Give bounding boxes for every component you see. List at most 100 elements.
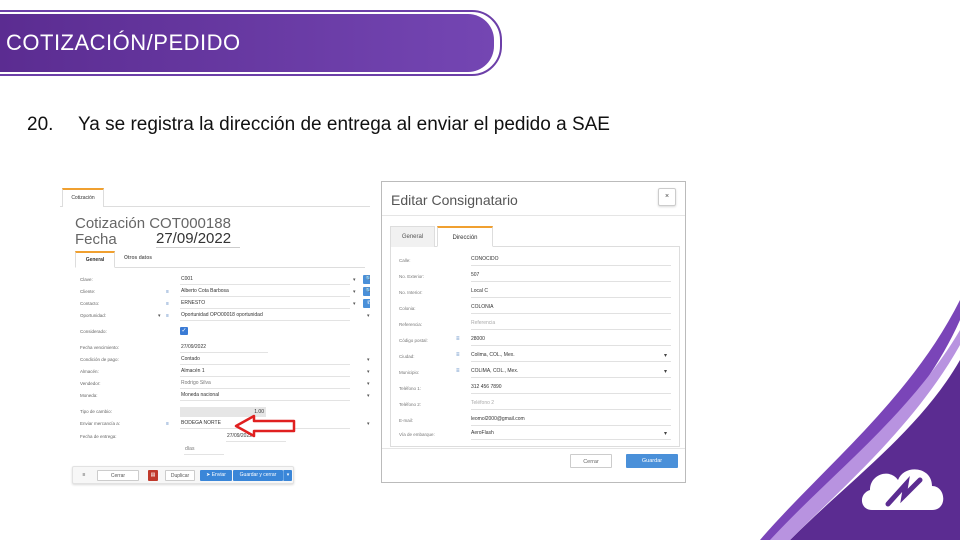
field-condicion-pago: Condición de pago: Contado ▾ [80, 355, 370, 365]
fecha-label: Fecha [75, 231, 117, 248]
list-icon[interactable]: ≡ [456, 336, 460, 342]
tab-general[interactable]: General [390, 226, 435, 247]
editar-consignatario-modal: Editar Consignatario × General Dirección… [381, 181, 686, 483]
direccion-form: Calle: CONOCIDO No. Exterior: 507 No. In… [390, 247, 680, 447]
cotizacion-footer-toolbar: ≡ Cerrar ▤ Duplicar ➤ Enviar Guardar y c… [72, 466, 294, 484]
field-via-embarque: Vía de embarque: AeroFlash ▾ [399, 428, 679, 440]
field-calle: Calle: CONOCIDO [399, 254, 679, 266]
cotizacion-tabbar: Cotización [60, 187, 370, 207]
field-contacto: Contacto: ≡ ERNESTO ▾ ✆ [80, 299, 370, 309]
chevron-down-icon: ▾ [664, 369, 668, 375]
chevron-down-icon: ▾ [367, 369, 370, 375]
field-considerado: Considerado: ✓ [80, 327, 188, 335]
list-icon[interactable]: ≡ [166, 313, 169, 319]
field-tipo-cambio: Tipo de cambio: 1.00 [80, 407, 266, 417]
search-button[interactable]: 🔍 [363, 275, 370, 284]
list-icon[interactable]: ≡ [456, 352, 460, 358]
phone-button[interactable]: ✆ [363, 299, 370, 308]
clave-select[interactable]: C001 [180, 275, 350, 285]
oportunidad-select[interactable]: Oportunidad OPO00018 oportunidad [180, 311, 350, 321]
codigo-postal-input[interactable]: 28000 [471, 334, 671, 346]
chevron-down-icon: ▾ [664, 353, 668, 359]
enviar-button[interactable]: ➤ Enviar [200, 470, 232, 481]
dias-input[interactable]: días [184, 445, 224, 455]
field-oportunidad: Oportunidad: ▾ ≡ Oportunidad OPO00018 op… [80, 311, 370, 321]
chevron-down-icon: ▾ [367, 393, 370, 399]
field-telefono-2: Teléfono 2: Teléfono 2 [399, 398, 679, 410]
no-exterior-input[interactable]: 507 [471, 270, 671, 282]
enviar-button-label: Enviar [211, 472, 226, 478]
condicion-pago-select[interactable]: Contado [180, 355, 350, 365]
step-description: Ya se registra la dirección de entrega a… [78, 114, 610, 135]
considerado-checkbox[interactable]: ✓ [180, 327, 188, 335]
field-dias: días [80, 445, 360, 455]
list-icon[interactable]: ≡ [166, 301, 169, 307]
close-icon[interactable]: × [658, 188, 676, 206]
chevron-down-icon: ▾ [158, 313, 161, 319]
field-codigo-postal: Código postal: ≡ 28000 [399, 334, 679, 346]
search-button[interactable]: 🔍 [363, 287, 370, 296]
chevron-down-icon[interactable]: ▾ [283, 470, 292, 481]
chevron-down-icon: ▾ [353, 277, 356, 283]
chevron-down-icon: ▾ [353, 301, 356, 307]
field-municipio: Municipio: ≡ COLIMA, COL., Mex. ▾ [399, 366, 679, 378]
list-icon[interactable]: ≡ [166, 289, 169, 295]
tab-cotizacion[interactable]: Cotización [62, 188, 104, 207]
pdf-icon[interactable]: ▤ [148, 470, 158, 481]
modal-header-divider [382, 215, 685, 216]
cotizacion-inner-tabs: General Otros datos [75, 251, 365, 268]
field-no-interior: No. Interior: Local C [399, 286, 679, 298]
cerrar-button[interactable]: Cerrar [97, 470, 139, 481]
field-enviar-mercancia: Enviar mercancía a: ≡ BODEGA NORTE ▾ [80, 420, 370, 429]
tab-general[interactable]: General [75, 251, 115, 268]
cerrar-button[interactable]: Cerrar [570, 454, 612, 468]
field-ciudad: Ciudad: ≡ Colima, COL., Mex. ▾ [399, 350, 679, 362]
almacen-select[interactable]: Almacén 1 [180, 367, 350, 377]
telefono-1-input[interactable]: 312 456 7890 [471, 382, 671, 394]
field-clave: Clave: C001 ▾ 🔍 [80, 275, 370, 285]
ciudad-select[interactable]: Colima, COL., Mex. [471, 350, 671, 362]
no-interior-input[interactable]: Local C [471, 286, 671, 298]
vendedor-select[interactable]: Rodrigo Silva [180, 379, 350, 389]
tab-direccion[interactable]: Dirección [437, 226, 493, 247]
red-arrow-annotation [234, 414, 296, 438]
menu-icon[interactable]: ≡ [77, 470, 91, 481]
tab-otros-datos[interactable]: Otros datos [117, 251, 159, 268]
list-icon[interactable]: ≡ [166, 421, 169, 427]
municipio-select[interactable]: COLIMA, COL., Mex. [471, 366, 671, 378]
via-embarque-select[interactable]: AeroFlash [471, 428, 671, 440]
moneda-select[interactable]: Moneda nacional [180, 391, 350, 401]
field-referencia: Referencia: Referencia [399, 318, 679, 330]
field-telefono-1: Teléfono 1: 312 456 7890 [399, 382, 679, 394]
field-fecha-vencimiento: Fecha vencimiento: 27/09/2022 [80, 343, 360, 353]
guardar-button[interactable]: Guardar [626, 454, 678, 468]
chevron-down-icon: ▾ [367, 381, 370, 387]
colonia-input[interactable]: COLONIA [471, 302, 671, 314]
field-vendedor: Vendedor: Rodrigo Silva ▾ [80, 379, 370, 389]
email-input[interactable]: leomol2000@gmail.com [471, 414, 671, 426]
referencia-input[interactable]: Referencia [471, 318, 671, 330]
cotizacion-screenshot: Cotización Cotización COT000188 Fecha 27… [60, 187, 370, 487]
field-almacen: Almacén: Almacén 1 ▾ [80, 367, 370, 377]
calle-input[interactable]: CONOCIDO [471, 254, 671, 266]
list-icon[interactable]: ≡ [456, 368, 460, 374]
modal-tabs: General Dirección [390, 226, 680, 247]
field-email: E-mail: leomol2000@gmail.com [399, 414, 679, 426]
field-colonia: Colonia: COLONIA [399, 302, 679, 314]
step-number: 20. [27, 114, 54, 135]
fecha-value[interactable]: 27/09/2022 [156, 230, 240, 248]
chevron-down-icon: ▾ [367, 421, 370, 427]
cliente-select[interactable]: Alberto Cota Barbosa [180, 287, 350, 297]
duplicar-button[interactable]: Duplicar [165, 470, 195, 481]
telefono-2-input[interactable]: Teléfono 2 [471, 398, 671, 410]
decorative-swoosh [760, 300, 960, 540]
chevron-down-icon: ▾ [367, 313, 370, 319]
slide-title: COTIZACIÓN/PEDIDO [6, 30, 241, 55]
chevron-down-icon: ▾ [664, 431, 668, 437]
field-cliente: Cliente: ≡ Alberto Cota Barbosa ▾ 🔍 [80, 287, 370, 297]
contacto-select[interactable]: ERNESTO [180, 299, 350, 309]
fecha-vencimiento-input[interactable]: 27/09/2022 [180, 343, 268, 353]
chevron-down-icon: ▾ [367, 357, 370, 363]
field-moneda: Moneda: Moneda nacional ▾ [80, 391, 370, 401]
guardar-cerrar-button[interactable]: Guardar y cerrar [233, 470, 283, 481]
